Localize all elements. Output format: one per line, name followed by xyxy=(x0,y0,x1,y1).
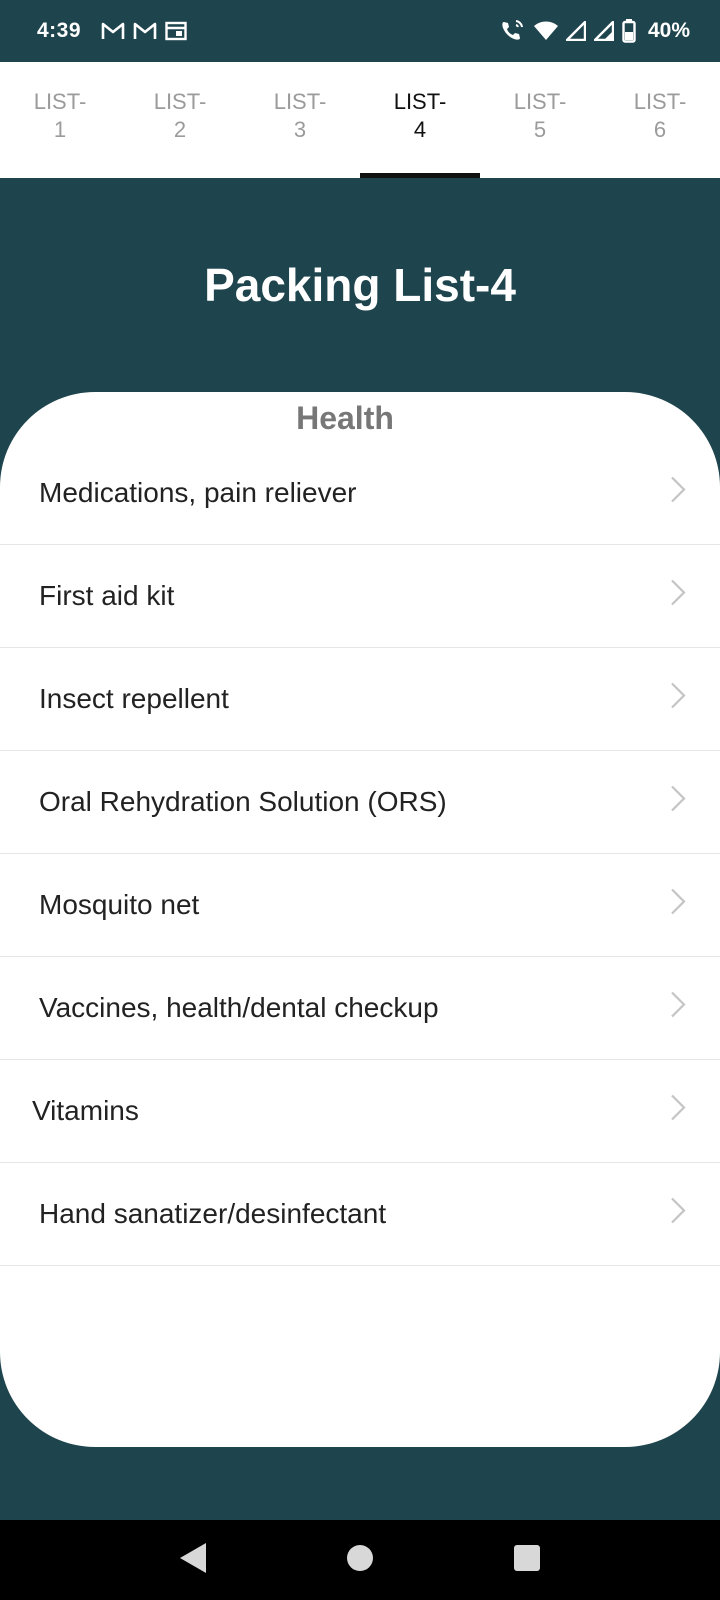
chevron-right-icon xyxy=(670,888,686,923)
calendar-icon xyxy=(165,21,187,41)
list-item[interactable]: Mosquito net xyxy=(0,854,720,957)
list-item-label: Insect repellent xyxy=(39,683,229,714)
chevron-right-icon xyxy=(670,1197,686,1232)
system-nav-bar xyxy=(0,1520,720,1600)
tab-label-number: 2 xyxy=(173,117,187,142)
gmail-icon xyxy=(133,22,157,40)
list-card: Health Medications, pain reliever First … xyxy=(0,392,720,1447)
chevron-right-icon xyxy=(670,991,686,1026)
tab-label-number: 5 xyxy=(533,117,547,142)
list-item-label: First aid kit xyxy=(39,580,175,611)
list-item-label: Vitamins xyxy=(32,1095,139,1126)
list-item[interactable]: First aid kit xyxy=(0,545,720,648)
wifi-icon xyxy=(533,21,558,41)
list-tabs: LIST- 1 LIST- 2 LIST- 3 LIST- 4 LIST- 5 … xyxy=(0,62,720,178)
chevron-right-icon xyxy=(670,476,686,511)
list-item-label: Mosquito net xyxy=(39,889,200,920)
battery-icon xyxy=(622,19,636,43)
list-item-label: Oral Rehydration Solution (ORS) xyxy=(39,786,447,817)
tab-label-top: LIST- xyxy=(153,89,207,114)
tab-list-1[interactable]: LIST- 1 xyxy=(0,62,120,178)
chevron-right-icon xyxy=(670,682,686,717)
list-item-label: Vaccines, health/dental checkup xyxy=(39,992,439,1023)
chevron-right-icon xyxy=(670,579,686,614)
list-item[interactable]: Medications, pain reliever xyxy=(0,442,720,545)
list-item[interactable]: Insect repellent xyxy=(0,648,720,751)
tab-label-top: LIST- xyxy=(273,89,327,114)
tab-label-number: 4 xyxy=(413,117,427,142)
item-list: Medications, pain reliever First aid kit… xyxy=(0,442,720,1266)
tab-label-number: 3 xyxy=(293,117,307,142)
tab-label-top: LIST- xyxy=(633,89,687,114)
wifi-calling-icon xyxy=(500,19,526,43)
list-item[interactable]: Vaccines, health/dental checkup xyxy=(0,957,720,1060)
status-time: 4:39 xyxy=(37,19,82,42)
list-item[interactable]: Oral Rehydration Solution (ORS) xyxy=(0,751,720,854)
list-item-label: Hand sanatizer/desinfectant xyxy=(39,1198,387,1229)
tab-list-5[interactable]: LIST- 5 xyxy=(480,62,600,178)
tab-label-top: LIST- xyxy=(513,89,567,114)
list-item[interactable]: Vitamins xyxy=(0,1060,720,1163)
page-title: Packing List-4 xyxy=(204,259,516,311)
status-bar: 4:39 40% xyxy=(0,0,720,62)
list-item-label: Medications, pain reliever xyxy=(39,477,357,508)
tab-list-3[interactable]: LIST- 3 xyxy=(240,62,360,178)
battery-percent: 40% xyxy=(647,19,690,42)
tab-label-top: LIST- xyxy=(393,89,447,114)
gmail-icon xyxy=(101,22,125,40)
list-item[interactable]: Hand sanatizer/desinfectant xyxy=(0,1163,720,1266)
signal-icon xyxy=(593,21,614,41)
tab-label-number: 1 xyxy=(53,117,67,142)
section-title: Health xyxy=(296,400,394,436)
home-icon[interactable] xyxy=(345,1543,375,1578)
tab-label-top: LIST- xyxy=(33,89,87,114)
recents-icon[interactable] xyxy=(512,1543,542,1578)
back-icon[interactable] xyxy=(178,1541,208,1580)
tab-list-2[interactable]: LIST- 2 xyxy=(120,62,240,178)
signal-icon xyxy=(565,21,586,41)
chevron-right-icon xyxy=(670,1094,686,1129)
tab-list-6[interactable]: LIST- 6 xyxy=(600,62,720,178)
chevron-right-icon xyxy=(670,785,686,820)
tab-label-number: 6 xyxy=(653,117,667,142)
tab-list-4[interactable]: LIST- 4 xyxy=(360,62,480,178)
